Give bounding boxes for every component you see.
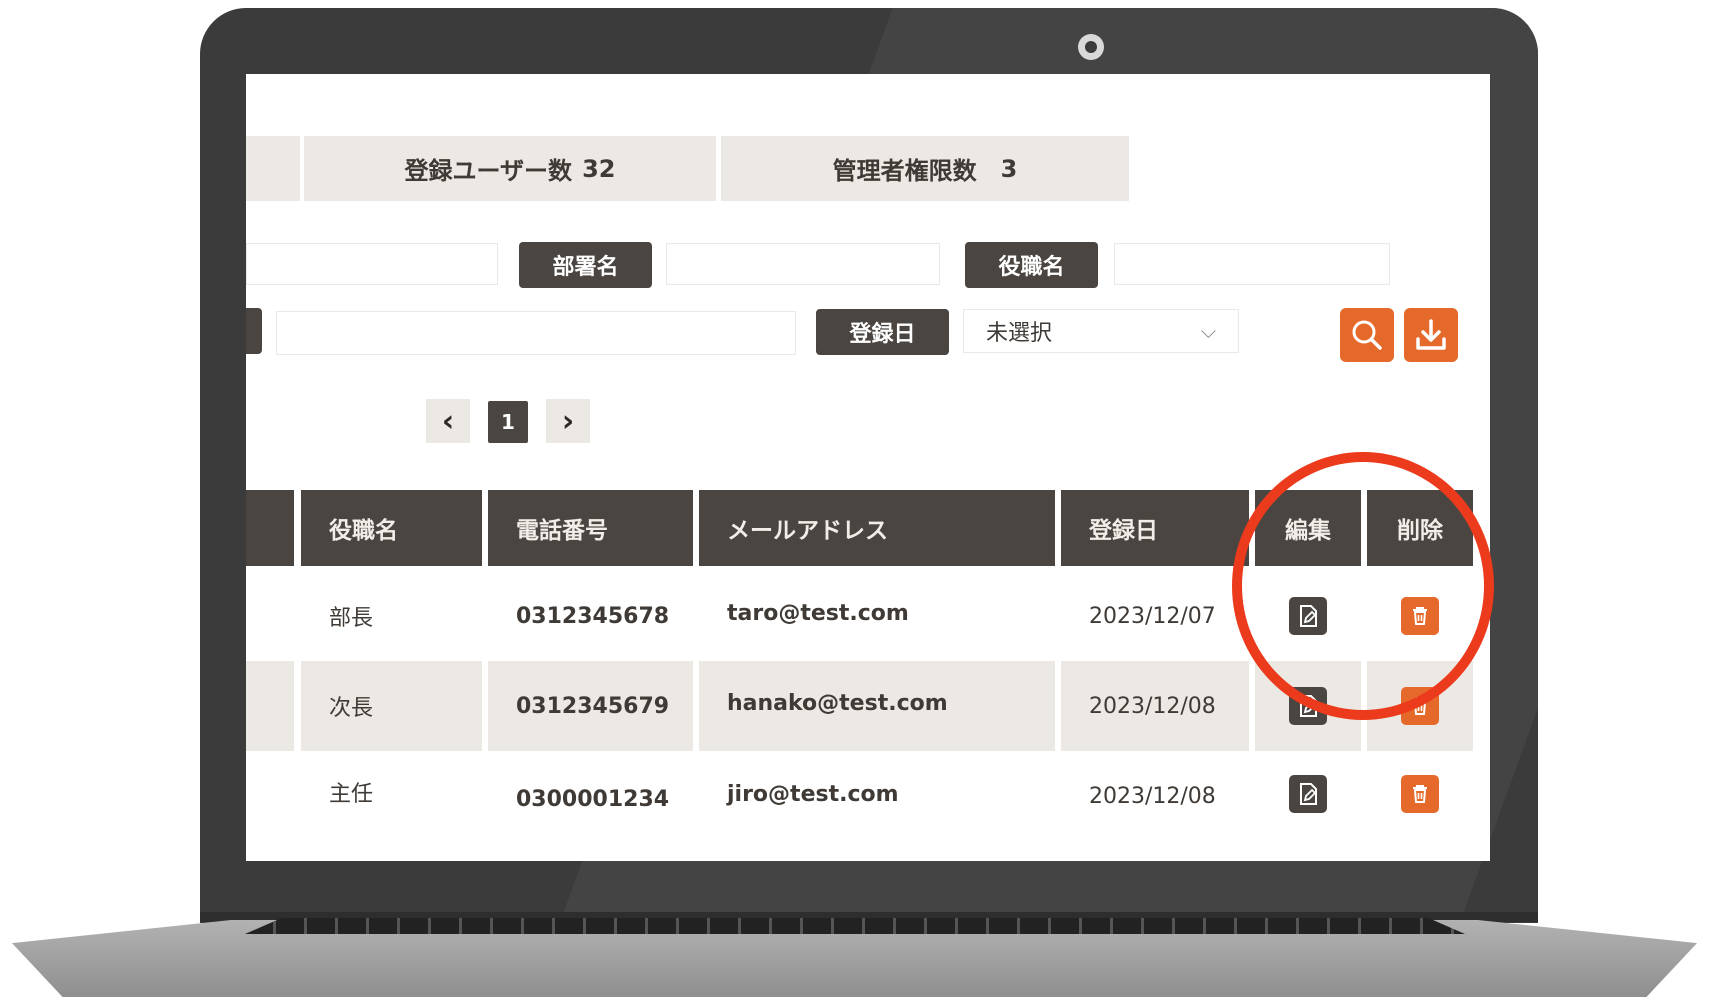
pagination-prev-button[interactable]: ‹ [426, 399, 470, 443]
table-header-email: メールアドレス [699, 490, 1055, 566]
table-row-1-date: 2023/12/07 [1089, 603, 1216, 629]
table-header-cutoff [246, 490, 294, 566]
registration-date-select[interactable]: 未選択 ⌵ [963, 309, 1239, 353]
table-row-1-position: 部長 [329, 606, 374, 631]
stat-admin-count: 管理者権限数 3 [721, 136, 1129, 201]
table-header-registration-date: 登録日 [1061, 490, 1249, 566]
highlight-circle-annotation [1232, 452, 1494, 720]
edit-document-icon [1300, 783, 1317, 805]
stat-admin-count-label: 管理者権限数 [832, 157, 977, 185]
pagination-current-page[interactable]: 1 [488, 401, 528, 443]
camera-icon [1078, 34, 1104, 60]
filter-label-cutoff [246, 308, 262, 354]
stat-admin-count-value: 3 [1000, 154, 1018, 183]
position-filter-label: 役職名 [965, 242, 1098, 288]
table-row-2-phone: 0312345679 [488, 661, 693, 751]
table-row-3-date: 2023/12/08 [1089, 783, 1216, 809]
department-filter-input[interactable] [666, 243, 940, 285]
pagination-next-button[interactable]: › [546, 399, 590, 443]
department-filter-label: 部署名 [519, 242, 652, 288]
table-row-3-position: 主任 [329, 782, 374, 807]
table-row-3-email: jiro@test.com [727, 781, 899, 807]
download-button[interactable] [1404, 308, 1458, 362]
stat-cell-cutoff [246, 136, 300, 201]
stat-registered-users-count: 32 [582, 154, 616, 183]
table-row-1-phone: 0312345678 [516, 603, 670, 629]
table-row-3-phone: 0300001234 [516, 786, 670, 812]
chevron-down-icon: ⌵ [1200, 319, 1216, 343]
table-row-2-email: hanako@test.com [699, 661, 1055, 751]
keyword-filter-input[interactable] [276, 311, 796, 355]
delete-button[interactable] [1401, 775, 1439, 813]
stat-registered-users-label: 登録ユーザー数 [404, 157, 573, 185]
table-row-2-position: 次長 [301, 661, 482, 751]
table-row-1-email: taro@test.com [727, 600, 909, 626]
table-header-phone: 電話番号 [488, 490, 693, 566]
trash-icon [1413, 785, 1427, 803]
registration-date-select-value: 未選択 [986, 321, 1053, 346]
stat-registered-users: 登録ユーザー数 32 [304, 136, 716, 201]
table-row-3-edit-cell [1255, 751, 1361, 837]
table-row-2-cutoff [246, 661, 294, 751]
search-icon [1352, 320, 1382, 350]
name-filter-input[interactable] [246, 243, 498, 285]
table-row-3-delete-cell [1367, 751, 1473, 837]
position-filter-input[interactable] [1114, 243, 1390, 285]
search-button[interactable] [1340, 308, 1394, 362]
table-row-2-date: 2023/12/08 [1061, 661, 1249, 751]
laptop-keyboard [245, 918, 1465, 934]
registration-date-label: 登録日 [816, 309, 949, 355]
download-icon [1416, 319, 1446, 350]
edit-button[interactable] [1289, 775, 1327, 813]
table-header-position: 役職名 [301, 490, 482, 566]
